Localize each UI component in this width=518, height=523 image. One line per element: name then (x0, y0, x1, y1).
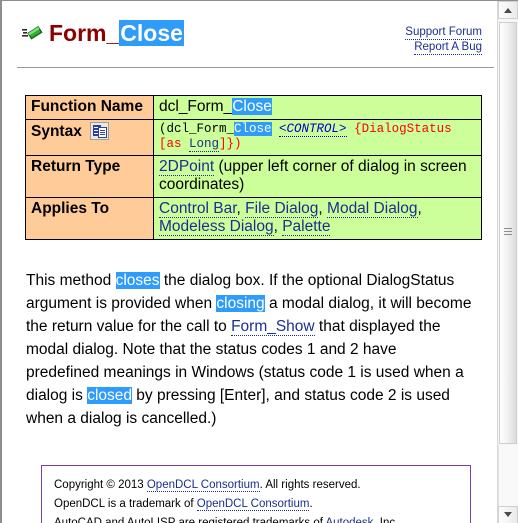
form-show-link[interactable]: Form_Show (231, 318, 315, 336)
applies-to-link-modeless-dialog[interactable]: Modeless Dialog (159, 218, 274, 236)
support-links: Support Forum Report A Bug (405, 25, 482, 55)
label-function-name: Function Name (25, 95, 154, 120)
function-info-table: Function Name dcl_Form_Close Syntax (dcl… (25, 95, 482, 240)
scroll-down-arrow-icon[interactable] (498, 506, 518, 523)
document-page: Form_Close Support Forum Report A Bug Fu… (4, 2, 497, 523)
desc-seg-1: This method (26, 272, 116, 289)
footer-copyright-pre: Copyright © 2013 (54, 479, 147, 491)
applies-to-link-palette[interactable]: Palette (282, 218, 331, 236)
scrollbar-grip-icon (504, 228, 512, 238)
footer-line-1: Copyright © 2013 OpenDCL Consortium. All… (54, 476, 458, 495)
footer-autocad-pre: AutoCAD and AutoLISP are registered trad… (54, 517, 326, 523)
footer-autocad-post: , Inc. (373, 517, 399, 523)
syntax-long-link[interactable]: Long (189, 137, 220, 152)
desc-highlight-3: closed (87, 387, 132, 404)
label-syntax: Syntax (25, 119, 154, 156)
description-paragraph: This method closes the dialog box. If th… (26, 269, 474, 430)
table-row-applies-to: Applies To Control Bar, File Dialog, Mod… (25, 197, 482, 240)
page-title-prefix: Form_ (49, 20, 120, 46)
applies-to-link-modal-dialog[interactable]: Modal Dialog (327, 200, 418, 218)
autodesk-link[interactable]: Autodesk (325, 517, 374, 523)
value-function-name: dcl_Form_Close (153, 95, 482, 120)
footer-box: Copyright © 2013 OpenDCL Consortium. All… (41, 465, 471, 523)
table-row-function-name: Function Name dcl_Form_Close (25, 95, 482, 120)
footer-trademark-pre: OpenDCL is a trademark of (54, 498, 197, 510)
return-type-link[interactable]: 2DPoint (159, 158, 215, 176)
header-divider (17, 67, 494, 68)
footer-line-3: AutoCAD and AutoLISP are registered trad… (54, 514, 458, 523)
report-a-bug-link[interactable]: Report A Bug (414, 40, 482, 55)
value-syntax: (dcl_Form_Close <CONTROL> {DialogStatus [… (153, 119, 482, 156)
footer-line-2: OpenDCL is a trademark of OpenDCL Consor… (54, 495, 458, 514)
scrollbar-track-lower[interactable] (498, 445, 518, 506)
label-return-type: Return Type (25, 155, 154, 198)
applies-to-link-control-bar[interactable]: Control Bar (159, 200, 237, 218)
support-forum-link[interactable]: Support Forum (405, 25, 482, 40)
page-title-highlight: Close (119, 20, 184, 46)
opendcl-consortium-link-1[interactable]: OpenDCL Consortium (146, 479, 260, 492)
desc-highlight-1: closes (115, 272, 160, 289)
syntax-as: [as (159, 137, 190, 151)
footer-trademark-post: . (309, 498, 313, 510)
footer-copyright-post: . All rights reserved. (259, 479, 361, 491)
page-title: Form_Close (49, 20, 184, 46)
table-row-return-type: Return Type 2DPoint (upper left corner o… (25, 155, 482, 198)
applies-to-link-file-dialog[interactable]: File Dialog (245, 200, 319, 218)
function-name-text: dcl_Form_ (159, 98, 233, 115)
syntax-control-link[interactable]: <CONTROL> (279, 122, 347, 137)
syntax-close: ]}) (219, 137, 242, 151)
function-name-highlight: Close (232, 98, 272, 115)
page-header: Form_Close Support Forum Report A Bug (4, 2, 497, 68)
syntax-highlight: Close (234, 122, 272, 136)
value-applies-to: Control Bar, File Dialog, Modal Dialog, … (153, 197, 482, 240)
desc-highlight-2: closing (216, 295, 265, 312)
help-viewer-window: Form_Close Support Forum Report A Bug Fu… (0, 0, 518, 523)
green-diamond-motion-icon (22, 24, 44, 42)
table-row-syntax: Syntax (dcl_Form_Close <CONTROL> {Dialog… (25, 119, 482, 156)
label-applies-to: Applies To (25, 197, 154, 240)
vertical-scrollbar[interactable] (497, 1, 518, 523)
label-syntax-text: Syntax (31, 123, 82, 140)
syntax-open: (dcl_Form_ (159, 122, 235, 136)
opendcl-consortium-link-2[interactable]: OpenDCL Consortium (196, 498, 310, 511)
scrollbar-thumb[interactable] (499, 22, 517, 444)
copy-clipboard-icon[interactable] (89, 122, 109, 140)
syntax-dialogstatus: {DialogStatus (354, 122, 452, 136)
scroll-up-arrow-icon[interactable] (498, 1, 518, 19)
page-title-block: Form_Close (22, 20, 184, 46)
value-return-type: 2DPoint (upper left corner of dialog in … (153, 155, 482, 198)
